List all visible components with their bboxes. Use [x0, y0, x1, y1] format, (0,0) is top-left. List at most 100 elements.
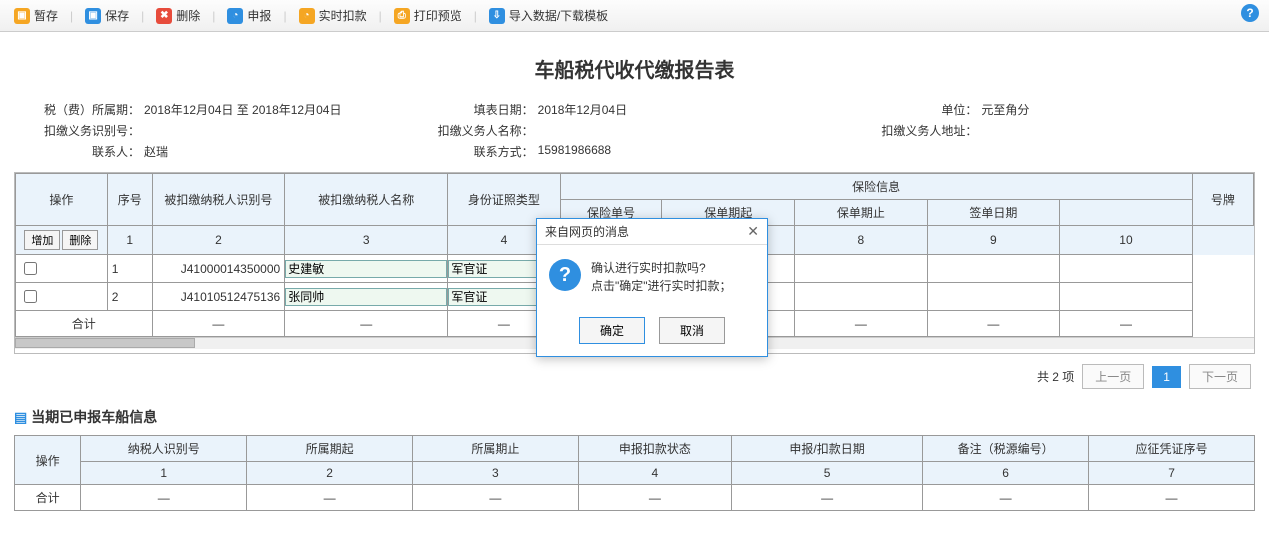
colnum-9: 9 — [927, 226, 1060, 255]
col-op: 操作 — [16, 174, 108, 226]
list-icon: ▤ — [14, 409, 27, 426]
sub-total-label: 合计 — [15, 485, 81, 511]
confirm-dialog: 来自网页的消息 ✕ ? 确认进行实时扣款吗? 点击"确定"进行实时扣款； 确定 … — [536, 218, 768, 357]
taxpayername-input[interactable] — [285, 288, 447, 306]
tempsave-label: 暂存 — [34, 7, 58, 24]
withholdername-label: 扣缴义务人名称： — [428, 122, 538, 139]
sub-colnum-6: 6 — [923, 462, 1089, 485]
total-dash: — — [795, 311, 928, 337]
cell-signdate[interactable] — [927, 283, 1060, 311]
meta-row-2: 扣缴义务识别号： 扣缴义务人名称： 扣缴义务人地址： — [14, 122, 1255, 139]
separator: | — [377, 9, 384, 23]
unit-value: 元至角分 — [981, 101, 1255, 118]
cell-policyend[interactable] — [795, 255, 928, 283]
prev-page-button[interactable]: 上一页 — [1082, 364, 1144, 389]
import-label: 导入数据/下载模板 — [509, 7, 608, 24]
sub-col-taxpayerid: 纳税人识别号 — [81, 436, 247, 462]
total-dash: — — [1060, 311, 1193, 337]
sub-table: 操作 纳税人识别号 所属期起 所属期止 申报扣款状态 申报/扣款日期 备注（税源… — [14, 435, 1255, 511]
withholderaddr-value — [981, 122, 1255, 139]
sub-colnum-2: 2 — [247, 462, 413, 485]
save-icon: ▣ — [85, 8, 101, 24]
close-icon[interactable]: ✕ — [747, 223, 759, 240]
col-taxpayername: 被扣缴纳税人名称 — [285, 174, 448, 226]
declare-button[interactable]: ◔ 申报 — [221, 4, 277, 27]
printpreview-button[interactable]: ⎙ 打印预览 — [388, 4, 468, 27]
next-page-button[interactable]: 下一页 — [1189, 364, 1251, 389]
separator: | — [281, 9, 288, 23]
realtime-button[interactable]: ◔ 实时扣款 — [293, 4, 373, 27]
add-button[interactable]: 增加 — [24, 230, 60, 250]
delete-button[interactable]: ✖ 删除 — [150, 4, 206, 27]
withholderaddr-label: 扣缴义务人地址： — [841, 122, 981, 139]
sub-colnum-1: 1 — [81, 462, 247, 485]
report-title: 车船税代收代缴报告表 — [14, 54, 1255, 83]
op-cell: 增加 删除 — [16, 226, 108, 255]
cell-seq: 2 — [107, 283, 152, 311]
import-icon: ⇩ — [489, 8, 505, 24]
cell-taxpayerid: J41010512475136 — [152, 283, 285, 311]
question-icon: ? — [549, 259, 581, 291]
sub-col-remark: 备注（税源编号） — [923, 436, 1089, 462]
period-value: 2018年12月04日 至 2018年12月04日 — [144, 101, 428, 118]
sub-dash: — — [412, 485, 578, 511]
pager: 共 2 项 上一页 1 下一页 — [18, 364, 1251, 389]
col-policyend: 保单期止 — [795, 200, 928, 226]
cell-signdate[interactable] — [927, 255, 1060, 283]
row-checkbox[interactable] — [24, 290, 37, 303]
tempsave-button[interactable]: ▣ 暂存 — [8, 4, 64, 27]
cell-taxpayerid: J41000014350000 — [152, 255, 285, 283]
colnum-10: 10 — [1060, 226, 1193, 255]
del-button[interactable]: 删除 — [62, 230, 98, 250]
cancel-button[interactable]: 取消 — [659, 317, 725, 344]
dialog-line2: 点击"确定"进行实时扣款； — [591, 277, 732, 295]
dialog-line1: 确认进行实时扣款吗? — [591, 259, 732, 277]
toolbar: ▣ 暂存 | ▣ 保存 | ✖ 删除 | ◔ 申报 | ◔ 实时扣款 | ⎙ 打… — [0, 0, 1269, 32]
taxpayername-input[interactable] — [285, 260, 447, 278]
sub-dash: — — [81, 485, 247, 511]
total-dash: — — [927, 311, 1060, 337]
print-icon: ⎙ — [394, 8, 410, 24]
sub-col-op: 操作 — [15, 436, 81, 485]
filldate-label: 填表日期： — [428, 101, 538, 118]
sub-dash: — — [923, 485, 1089, 511]
col-seq: 序号 — [107, 174, 152, 226]
cell-plate[interactable] — [1060, 283, 1193, 311]
scrollbar-thumb[interactable] — [15, 338, 195, 348]
printpreview-label: 打印预览 — [414, 7, 462, 24]
ok-button[interactable]: 确定 — [579, 317, 645, 344]
unit-label: 单位： — [841, 101, 981, 118]
col-taxpayerid: 被扣缴纳税人识别号 — [152, 174, 285, 226]
total-dash: — — [152, 311, 285, 337]
separator: | — [139, 9, 146, 23]
colnum-3: 3 — [285, 226, 448, 255]
sub-col-voucherno: 应征凭证序号 — [1089, 436, 1255, 462]
delete-icon: ✖ — [156, 8, 172, 24]
page-number[interactable]: 1 — [1152, 366, 1181, 388]
sub-col-declarestatus: 申报扣款状态 — [578, 436, 731, 462]
filldate-value: 2018年12月04日 — [538, 101, 842, 118]
dialog-title: 来自网页的消息 — [545, 223, 629, 240]
dialog-message: 确认进行实时扣款吗? 点击"确定"进行实时扣款； — [591, 259, 732, 295]
col-insurance-group: 保险信息 — [560, 174, 1192, 200]
colnum-1: 1 — [107, 226, 152, 255]
row-checkbox[interactable] — [24, 262, 37, 275]
contactway-value: 15981986688 — [538, 143, 842, 160]
withholderid-label: 扣缴义务识别号： — [14, 122, 144, 139]
save-button[interactable]: ▣ 保存 — [79, 4, 135, 27]
section2-label: 当期已申报车船信息 — [31, 407, 157, 427]
import-button[interactable]: ⇩ 导入数据/下载模板 — [483, 4, 614, 27]
separator: | — [472, 9, 479, 23]
contact-value: 赵瑞 — [144, 143, 428, 160]
colnum-8: 8 — [795, 226, 928, 255]
sub-col-periodend: 所属期止 — [412, 436, 578, 462]
realtime-label: 实时扣款 — [319, 7, 367, 24]
cell-seq: 1 — [107, 255, 152, 283]
total-dash: — — [285, 311, 448, 337]
col-signdate: 签单日期 — [927, 200, 1060, 226]
contact-label: 联系人： — [14, 143, 144, 160]
sub-colnum-7: 7 — [1089, 462, 1255, 485]
help-icon[interactable]: ? — [1241, 4, 1259, 22]
cell-policyend[interactable] — [795, 283, 928, 311]
cell-plate[interactable] — [1060, 255, 1193, 283]
